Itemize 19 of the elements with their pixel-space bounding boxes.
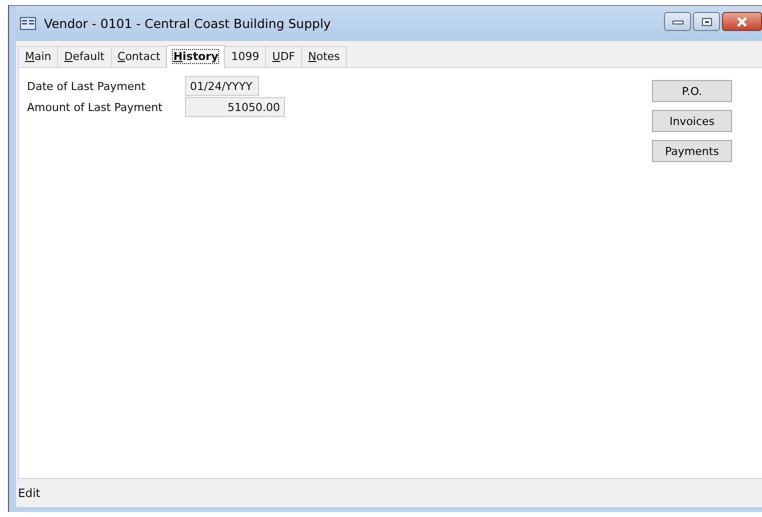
maximize-icon — [700, 16, 712, 26]
action-button[interactable]: P.O. — [652, 80, 732, 102]
form-icon — [20, 17, 36, 30]
action-button[interactable]: Payments — [652, 140, 732, 162]
field-label: Amount of Last Payment — [27, 100, 164, 114]
maximize-button[interactable] — [693, 12, 720, 31]
tab[interactable]: History — [166, 45, 226, 68]
minimize-icon — [672, 18, 684, 24]
close-button[interactable] — [722, 12, 762, 31]
tab[interactable]: Main — [18, 46, 58, 67]
status-text: Edit — [18, 486, 40, 500]
amount-field[interactable]: 51050.00 — [185, 97, 285, 117]
minimize-button[interactable] — [664, 12, 691, 31]
action-button[interactable]: Invoices — [652, 110, 732, 132]
close-icon — [736, 16, 748, 26]
window-title: Vendor - 0101 - Central Coast Building Supply — [44, 16, 331, 31]
tab[interactable]: Notes — [301, 46, 347, 67]
field-label: Date of Last Payment — [27, 80, 146, 92]
date-field[interactable]: 01/24/YYYY — [185, 76, 259, 96]
